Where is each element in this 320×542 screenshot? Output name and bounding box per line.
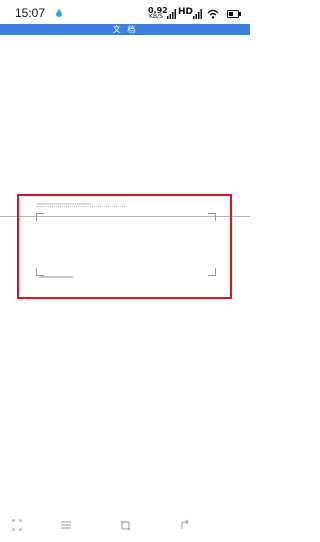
signal-4g-icon xyxy=(193,9,202,19)
rotate-icon xyxy=(181,519,189,529)
scan-frame: CCCCCCCCCCCCCCCCCCCCCCCCCC xyxy=(19,196,230,297)
scan-underline xyxy=(39,276,73,278)
rotate-button[interactable] xyxy=(178,518,192,532)
frame-corner-bottom-left xyxy=(36,268,44,276)
scan-highlight-box: CCCCCCCCCCCCCCCCCCCCCCCCCC xyxy=(17,194,232,299)
scan-icon xyxy=(12,519,22,531)
hd-badge: HD xyxy=(178,7,194,17)
battery-fill xyxy=(229,12,233,16)
list-button[interactable] xyxy=(59,518,73,532)
list-icon xyxy=(61,521,71,529)
network-speed: 0.92 KB/S xyxy=(148,7,168,20)
wifi-icon xyxy=(207,9,219,19)
frame-corner-bottom-right xyxy=(208,268,216,276)
battery-icon xyxy=(227,10,241,18)
frame-corner-top-left xyxy=(36,213,44,221)
network-speed-unit: KB/S xyxy=(149,13,163,20)
scan-hint-text: CCCCCCCCCCCCCCCCCCCCCCCCCC xyxy=(37,202,127,207)
bottom-toolbar xyxy=(0,510,250,542)
water-drop-icon xyxy=(56,9,62,17)
title-bar: 文 档 xyxy=(0,24,250,35)
crop-icon xyxy=(120,520,130,530)
frame-corner-top-right xyxy=(208,213,216,221)
crop-button[interactable] xyxy=(118,518,132,532)
signal-icon xyxy=(167,9,176,19)
scan-button[interactable] xyxy=(10,518,24,532)
page-title: 文 档 xyxy=(112,25,138,34)
status-bar: 15:07 0.92 KB/S HD xyxy=(0,0,250,24)
status-time: 15:07 xyxy=(15,6,46,20)
